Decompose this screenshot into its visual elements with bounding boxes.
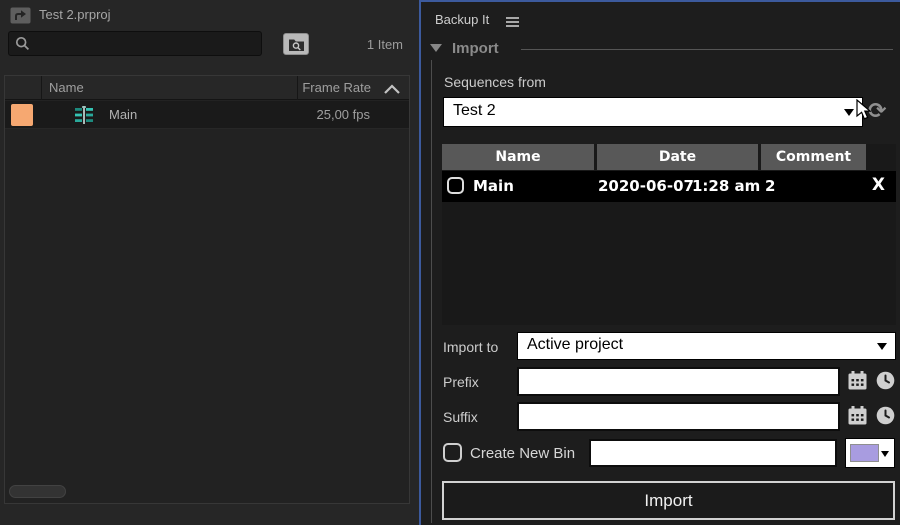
selected-project: Test 2 bbox=[453, 102, 496, 119]
row-name: Main bbox=[473, 177, 514, 195]
table-header-date[interactable]: Date bbox=[597, 144, 758, 170]
project-panel: Test 2.prproj 1 Item Name Frame Rate Mai… bbox=[0, 0, 419, 525]
project-item-list: Name Frame Rate Main 25,00 fps bbox=[4, 75, 410, 504]
table-header-comment[interactable]: Comment bbox=[761, 144, 866, 170]
sort-ascending-icon[interactable] bbox=[383, 83, 401, 94]
column-divider[interactable] bbox=[41, 76, 42, 100]
section-title-import[interactable]: Import bbox=[452, 40, 499, 57]
prefix-label: Prefix bbox=[443, 374, 479, 390]
collapse-triangle-icon[interactable] bbox=[430, 44, 442, 52]
create-new-bin-checkbox[interactable] bbox=[443, 443, 462, 462]
suffix-field-wrap bbox=[517, 402, 840, 431]
search-icon bbox=[15, 36, 30, 51]
list-header[interactable]: Name Frame Rate bbox=[5, 76, 409, 100]
project-up-icon[interactable] bbox=[10, 6, 31, 24]
backup-it-panel: Backup It Import Sequences from Test 2 ⟳… bbox=[419, 0, 900, 525]
row-date: 2020-06-07 bbox=[598, 177, 694, 195]
bin-color-picker[interactable] bbox=[845, 438, 895, 468]
mouse-cursor bbox=[856, 99, 871, 120]
chevron-down-icon bbox=[881, 451, 889, 457]
prefix-field-wrap bbox=[517, 367, 840, 396]
bin-name-input[interactable] bbox=[595, 442, 820, 462]
table-header-name[interactable]: Name bbox=[442, 144, 594, 170]
group-border bbox=[431, 60, 432, 523]
chevron-down-icon bbox=[877, 343, 887, 350]
import-to-select[interactable]: Active project bbox=[517, 332, 896, 360]
calendar-icon[interactable] bbox=[848, 371, 867, 390]
row-time: 1:28 am bbox=[692, 177, 761, 195]
label-color-swatch[interactable] bbox=[11, 104, 33, 126]
sequence-table: Name Date Comment Main 2020-06-07 1:28 a… bbox=[442, 144, 896, 325]
import-button[interactable]: Import bbox=[442, 481, 895, 520]
row-comment: 2 bbox=[765, 177, 776, 195]
column-divider[interactable] bbox=[297, 76, 298, 100]
clock-icon[interactable] bbox=[876, 406, 895, 425]
row-checkbox[interactable] bbox=[447, 177, 464, 194]
table-row[interactable]: Main 25,00 fps bbox=[5, 101, 409, 129]
column-header-name[interactable]: Name bbox=[49, 80, 84, 95]
sequences-from-select[interactable]: Test 2 bbox=[443, 97, 863, 127]
prefix-input[interactable] bbox=[523, 370, 817, 390]
search-input[interactable] bbox=[35, 34, 255, 53]
bin-name-field-wrap bbox=[589, 439, 837, 467]
bin-color-swatch bbox=[850, 444, 879, 462]
sequence-icon bbox=[75, 106, 93, 124]
panel-tab-title[interactable]: Backup It bbox=[435, 12, 489, 27]
section-divider bbox=[521, 49, 893, 50]
search-box[interactable] bbox=[8, 31, 262, 56]
find-folder-icon bbox=[289, 39, 304, 51]
table-row[interactable]: Main 2020-06-07 1:28 am 2 X bbox=[442, 171, 896, 202]
import-to-label: Import to bbox=[443, 339, 499, 355]
item-name[interactable]: Main bbox=[109, 107, 137, 122]
project-title: Test 2.prproj bbox=[39, 7, 111, 22]
sequences-from-label: Sequences from bbox=[444, 74, 546, 90]
panel-menu-icon[interactable] bbox=[506, 17, 519, 27]
horizontal-scrollbar-thumb[interactable] bbox=[9, 485, 66, 498]
selected-target: Active project bbox=[527, 336, 624, 353]
chevron-down-icon bbox=[844, 109, 854, 116]
suffix-input[interactable] bbox=[523, 405, 817, 425]
find-button[interactable] bbox=[283, 33, 309, 55]
suffix-label: Suffix bbox=[443, 409, 478, 425]
clock-icon[interactable] bbox=[876, 371, 895, 390]
item-frame-rate: 25,00 fps bbox=[316, 107, 371, 122]
create-new-bin-label: Create New Bin bbox=[470, 445, 576, 462]
calendar-icon[interactable] bbox=[848, 406, 867, 425]
delete-row-button[interactable]: X bbox=[872, 175, 885, 195]
column-header-frame-rate[interactable]: Frame Rate bbox=[302, 80, 371, 95]
item-count: 1 Item bbox=[366, 37, 403, 52]
